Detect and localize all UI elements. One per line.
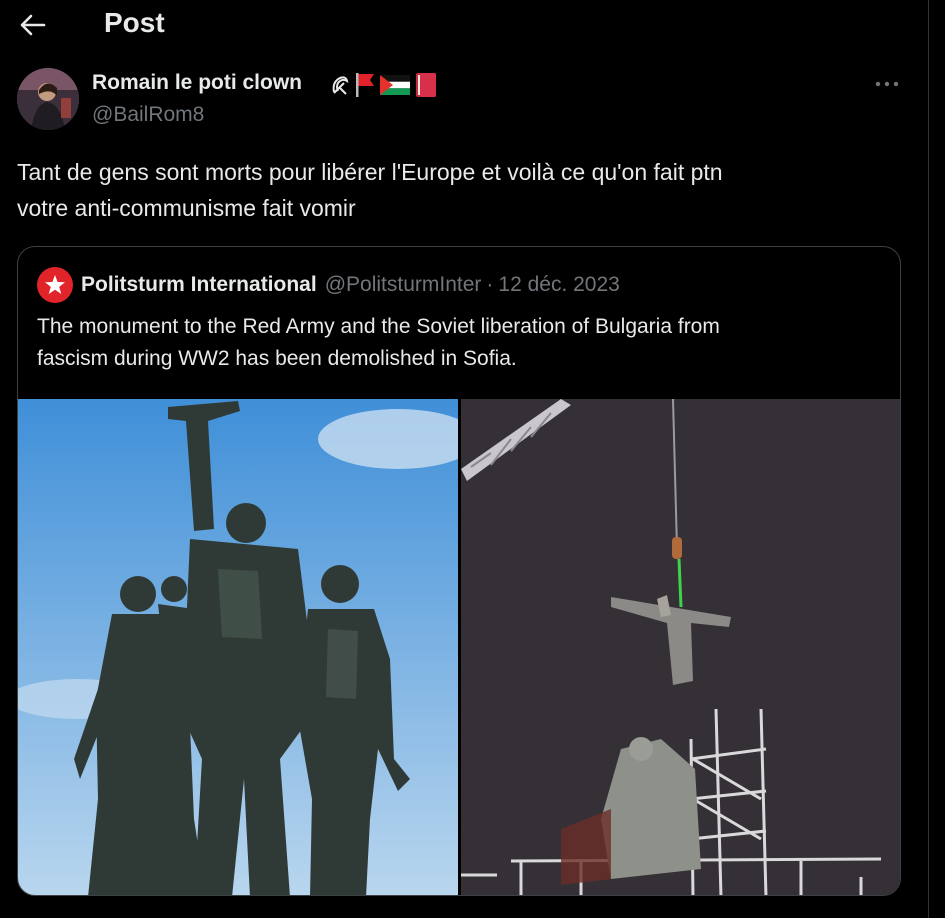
demolition-photo: [461, 398, 900, 895]
quoted-author-handle[interactable]: @PolitsturmInter: [325, 273, 482, 297]
author-handle[interactable]: @BailRom8: [92, 103, 204, 127]
quoted-author-name[interactable]: Politsturm International: [81, 273, 317, 297]
star-logo-icon: [45, 275, 65, 294]
more-icon: [875, 81, 899, 87]
quoted-post-header: Politsturm International @PolitsturmInte…: [37, 267, 620, 303]
tweet-text-line: votre anti-communisme fait vomir: [17, 195, 356, 221]
media-grid: [18, 398, 900, 895]
tweet-text: Tant de gens sont morts pour libérer l'E…: [17, 154, 897, 226]
page-title: Post: [104, 7, 165, 38]
quoted-post[interactable]: Politsturm International @PolitsturmInte…: [17, 246, 901, 896]
column-divider: [928, 0, 929, 918]
quoted-avatar[interactable]: [37, 267, 73, 303]
avatar-image: [17, 68, 79, 130]
quoted-post-date[interactable]: 12 déc. 2023: [498, 273, 619, 297]
media-image-demolition[interactable]: [461, 398, 900, 895]
separator-dot: ·: [486, 273, 494, 296]
red-book-icon: [416, 73, 436, 97]
red-flag-icon: [356, 73, 374, 97]
quoted-text-line: fascism during WW2 has been demolished i…: [37, 347, 517, 370]
post-page: Post Romain le poti clown @BailRom8 Tant…: [0, 0, 945, 918]
palestine-flag-icon: [380, 75, 410, 95]
avatar[interactable]: [17, 68, 79, 130]
quoted-post-text: The monument to the Red Army and the Sov…: [37, 311, 877, 375]
sickle-icon: [332, 76, 349, 95]
quoted-text-line: The monument to the Red Army and the Sov…: [37, 315, 720, 338]
tweet-text-line: Tant de gens sont morts pour libérer l'E…: [17, 159, 723, 185]
arrow-left-icon: [20, 14, 46, 36]
back-button[interactable]: [16, 8, 50, 42]
media-image-statue[interactable]: [18, 399, 478, 895]
author-emojis: [330, 72, 438, 98]
post-header: Post: [0, 0, 928, 48]
statue-photo: [18, 399, 478, 895]
more-options-button[interactable]: [872, 72, 902, 96]
author-name[interactable]: Romain le poti clown: [92, 71, 302, 95]
